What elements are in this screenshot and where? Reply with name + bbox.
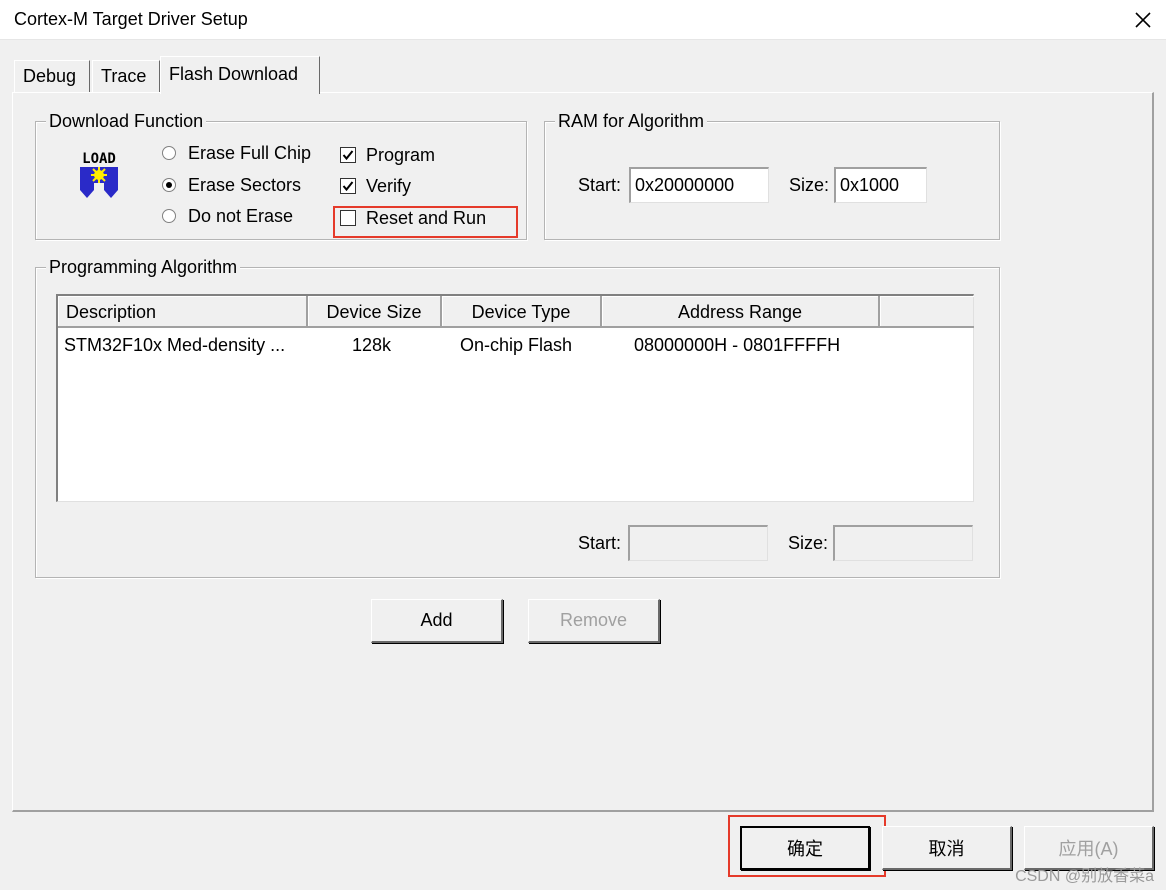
row-address-range: 08000000H - 0801FFFFH [634,335,841,355]
close-button[interactable] [1120,0,1166,40]
algorithm-list[interactable]: Description Device Size Device Type Addr… [56,294,974,502]
ok-button[interactable]: 确定 [740,826,870,870]
checkbox-unchecked [340,210,356,226]
verify-label: Verify [366,175,412,196]
do-not-erase-radio[interactable]: Do not Erase [162,203,293,229]
programming-algorithm-title: Programming Algorithm [46,256,241,278]
erase-full-chip-label: Erase Full Chip [188,142,312,163]
radio-indicator [162,146,176,160]
ram-for-algorithm-group: RAM for Algorithm Start: Size: [544,110,1000,240]
add-button[interactable]: Add [371,599,503,643]
programming-algorithm-group: Programming Algorithm Description Device… [35,256,1000,578]
checkbox-checked [340,147,356,163]
watermark: CSDN @别放香菜a [1015,868,1154,885]
row-description: STM32F10x Med-density ... [64,335,286,355]
verify-checkbox[interactable]: Verify [340,173,411,199]
program-checkbox[interactable]: Program [340,142,435,168]
tab-trace[interactable]: Trace [92,60,160,93]
download-function-title: Download Function [46,110,207,132]
list-header: Description Device Size Device Type Addr… [58,296,974,328]
remove-button[interactable]: Remove [528,599,660,643]
program-label: Program [366,144,436,165]
radio-indicator-selected [162,178,176,192]
ram-start-label: Start: [578,175,622,195]
algo-start-label: Start: [578,533,622,553]
ram-start-input[interactable] [629,167,769,203]
load-icon: LOAD [80,151,118,198]
download-function-group: Download Function LOAD Erase Full Chip E… [35,110,527,240]
tab-debug[interactable]: Debug [14,60,90,93]
algo-size-input[interactable] [833,525,973,561]
column-device-type[interactable]: Device Type [442,296,602,328]
erase-sectors-label: Erase Sectors [188,174,302,195]
close-icon [1135,12,1151,28]
load-icon-text: LOAD [82,151,116,167]
checkmark-icon [342,181,354,192]
table-row[interactable]: STM32F10x Med-density ... 128k On-chip F… [58,330,973,360]
window-title: Cortex-M Target Driver Setup [14,9,248,29]
title-bar: Cortex-M Target Driver Setup [0,0,1166,40]
tab-flash-download[interactable]: Flash Download [160,56,320,94]
checkbox-checked [340,178,356,194]
ram-size-input[interactable] [834,167,927,203]
ram-size-label: Size: [789,175,830,195]
algo-size-label: Size: [788,533,829,553]
algo-start-input[interactable] [628,525,768,561]
erase-sectors-radio[interactable]: Erase Sectors [162,172,301,198]
column-device-size[interactable]: Device Size [308,296,442,328]
row-device-type: On-chip Flash [460,335,573,355]
ram-for-algorithm-title: RAM for Algorithm [555,110,708,132]
cancel-button[interactable]: 取消 [882,826,1012,870]
radio-indicator [162,209,176,223]
erase-full-chip-radio[interactable]: Erase Full Chip [162,140,311,166]
column-address-range[interactable]: Address Range [602,296,880,328]
tab-panel: Download Function LOAD Erase Full Chip E… [12,92,1154,812]
do-not-erase-label: Do not Erase [188,205,294,226]
column-description[interactable]: Description [58,296,308,328]
row-device-size: 128k [352,335,392,355]
checkmark-icon [342,150,354,161]
column-filler [880,296,974,328]
reset-and-run-checkbox[interactable]: Reset and Run [340,205,486,231]
reset-and-run-label: Reset and Run [366,207,487,228]
